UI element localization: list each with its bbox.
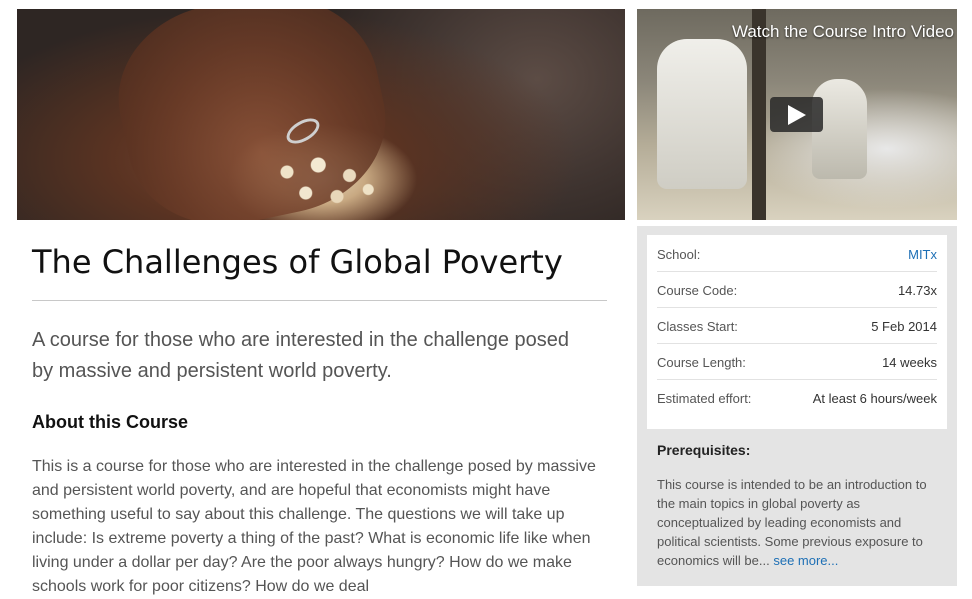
detail-value: 14.73x [897,283,937,298]
course-subtitle: A course for those who are interested in… [32,329,570,382]
detail-value: At least 6 hours/week [812,391,937,406]
prerequisites-body: This course is intended to be an introdu… [657,475,942,570]
intro-video[interactable]: Watch the Course Intro Video [637,9,957,220]
prerequisites-heading: Prerequisites: [657,442,751,458]
course-details: School: MITx Course Code: 14.73x Classes… [647,235,947,429]
detail-row-course-length: Course Length: 14 weeks [657,343,937,380]
about-heading: About this Course [32,412,188,432]
seeds-graphic [262,144,387,214]
divider [32,300,607,301]
detail-label: Estimated effort: [657,391,752,406]
detail-label: Classes Start: [657,319,738,334]
school-link[interactable]: MITx [908,247,937,262]
detail-label: Course Length: [657,355,746,370]
video-figure [657,39,747,189]
detail-row-classes-start: Classes Start: 5 Feb 2014 [657,307,937,344]
about-body: This is a course for those who are inter… [32,458,596,595]
course-hero-image [17,9,625,220]
course-sidebar: School: MITx Course Code: 14.73x Classes… [637,226,957,586]
detail-row-course-code: Course Code: 14.73x [657,271,937,308]
video-title[interactable]: Watch the Course Intro Video [732,22,954,42]
detail-label: School: [657,247,701,262]
play-button[interactable] [770,97,823,132]
detail-label: Course Code: [657,283,738,298]
detail-row-school: School: MITx [657,235,937,272]
detail-value: 5 Feb 2014 [871,319,937,334]
course-title: The Challenges of Global Poverty [32,243,563,281]
play-icon [788,105,806,125]
see-more-link[interactable]: see more... [773,553,838,568]
detail-value: 14 weeks [882,355,937,370]
detail-row-effort: Estimated effort: At least 6 hours/week [657,379,937,415]
